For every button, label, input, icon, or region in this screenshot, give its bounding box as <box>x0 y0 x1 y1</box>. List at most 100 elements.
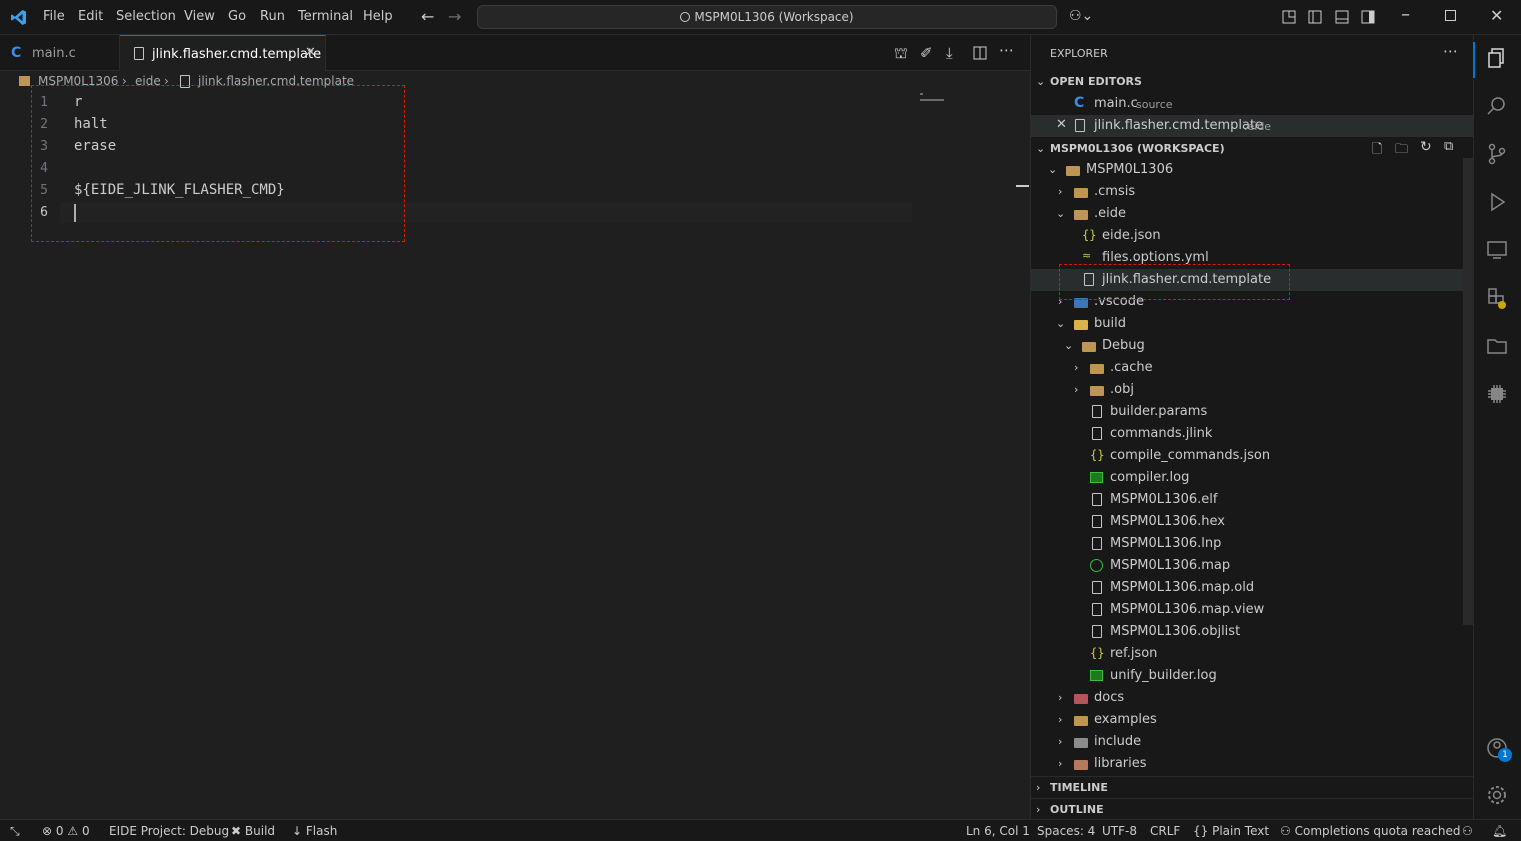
menu-file[interactable]: File <box>43 9 65 24</box>
toggle-panel-icon[interactable] <box>1335 10 1349 24</box>
tree-item-build[interactable]: ⌄ build <box>1030 313 1473 335</box>
encoding[interactable]: UTF-8 <box>1102 824 1137 838</box>
split-editor-icon[interactable] <box>973 46 987 60</box>
tree-item-include[interactable]: › include <box>1030 731 1473 753</box>
download-flash-icon[interactable]: ⤓ <box>946 44 953 62</box>
minimap-line <box>920 93 923 95</box>
toggle-secondary-sidebar-icon[interactable] <box>1361 10 1375 24</box>
copilot-status[interactable]: ⚇ Completions quota reached <box>1280 824 1460 838</box>
sidebar-scrollbar[interactable] <box>1463 158 1473 625</box>
indentation[interactable]: Spaces: 4 <box>1037 824 1095 838</box>
tree-item-elf[interactable]: MSPM0L1306.elf <box>1030 489 1473 511</box>
tab-label: jlink.flasher.cmd.template <box>152 47 322 62</box>
divider <box>1030 798 1473 799</box>
explorer-files-icon[interactable] <box>1486 47 1508 69</box>
explorer-more-icon[interactable]: ⋯ <box>1443 42 1458 60</box>
language-mode[interactable]: {} Plain Text <box>1193 824 1269 838</box>
minimap-line <box>920 99 944 101</box>
open-editor-jlink-template[interactable]: ✕ jlink.flasher.cmd.template .eide <box>1030 115 1473 137</box>
tree-item-hex[interactable]: MSPM0L1306.hex <box>1030 511 1473 533</box>
menu-help[interactable]: Help <box>363 9 393 24</box>
menu-selection[interactable]: Selection <box>116 9 176 24</box>
tree-item-objlist[interactable]: MSPM0L1306.objlist <box>1030 621 1473 643</box>
menu-go[interactable]: Go <box>228 9 246 24</box>
menu-terminal[interactable]: Terminal <box>298 9 353 24</box>
open-editor-main-c[interactable]: C main.c source <box>1030 93 1473 115</box>
tree-item-commands-jlink[interactable]: commands.jlink <box>1030 423 1473 445</box>
chevron-right-icon[interactable]: › <box>1036 781 1048 794</box>
tree-item-mspm0l1306[interactable]: ⌄ MSPM0L1306 <box>1030 159 1473 181</box>
divider <box>1030 776 1473 777</box>
open-editors-title[interactable]: OPEN EDITORS <box>1050 75 1142 88</box>
tree-item-examples[interactable]: › examples <box>1030 709 1473 731</box>
tree-item-eide[interactable]: ⌄ .eide <box>1030 203 1473 225</box>
eide-build-icon[interactable]: ⛫ <box>894 44 908 64</box>
more-actions-icon[interactable]: ⋯ <box>999 41 1014 59</box>
tree-item-map[interactable]: MSPM0L1306.map <box>1030 555 1473 577</box>
refresh-icon[interactable]: ↻ <box>1420 139 1432 155</box>
workspace-title[interactable]: MSPM0L1306 (WORKSPACE) <box>1050 142 1225 155</box>
remote-explorer-icon[interactable] <box>1486 239 1508 261</box>
toggle-primary-sidebar-icon[interactable] <box>1308 10 1322 24</box>
yaml-icon: ≈ <box>1082 249 1092 262</box>
tree-item-ref-json[interactable]: {} ref.json <box>1030 643 1473 665</box>
notifications-bell-icon[interactable]: 🔔︎ <box>1492 824 1507 838</box>
tree-item-cache[interactable]: › .cache <box>1030 357 1473 379</box>
tree-label: MSPM0L1306.elf <box>1110 492 1218 507</box>
problems-indicator[interactable]: ⊗ 0 ⚠ 0 <box>42 824 90 838</box>
end-of-line[interactable]: CRLF <box>1150 824 1180 838</box>
back-arrow-icon[interactable]: ← <box>421 7 434 26</box>
tree-label: examples <box>1094 712 1157 727</box>
log-icon <box>1090 472 1103 483</box>
command-center-search[interactable]: MSPM0L1306 (Workspace) <box>477 5 1057 29</box>
cursor-position[interactable]: Ln 6, Col 1 <box>966 824 1030 838</box>
outline-title[interactable]: OUTLINE <box>1050 803 1104 816</box>
minimize-icon[interactable]: – <box>1401 4 1410 25</box>
settings-gear-icon[interactable] <box>1486 784 1508 806</box>
tree-item-compile-commands[interactable]: {} compile_commands.json <box>1030 445 1473 467</box>
tree-item-obj[interactable]: › .obj <box>1030 379 1473 401</box>
source-control-icon[interactable] <box>1486 143 1508 165</box>
tab-main-c[interactable]: C main.c <box>0 35 120 71</box>
flash-button[interactable]: ↓ Flash <box>292 824 337 838</box>
menu-view[interactable]: View <box>184 9 215 24</box>
chevron-down-icon[interactable]: ⌄ <box>1036 142 1048 155</box>
menu-run[interactable]: Run <box>260 9 285 24</box>
folder-view-icon[interactable] <box>1486 335 1508 357</box>
tree-item-map-old[interactable]: MSPM0L1306.map.old <box>1030 577 1473 599</box>
timeline-title[interactable]: TIMELINE <box>1050 781 1108 794</box>
close-editor-icon[interactable]: ✕ <box>1056 117 1067 132</box>
copilot-icon[interactable]: ⚇⌄ <box>1069 8 1093 24</box>
extensions-icon[interactable] <box>1486 287 1508 309</box>
clean-broom-icon[interactable]: ✐ <box>920 44 933 62</box>
tree-item-compiler-log[interactable]: compiler.log <box>1030 467 1473 489</box>
tree-item-libraries[interactable]: › libraries <box>1030 753 1473 775</box>
remote-indicator-icon[interactable]: ⤡ <box>10 824 20 839</box>
tree-item-builder-params[interactable]: builder.params <box>1030 401 1473 423</box>
tree-item-unify-log[interactable]: unify_builder.log <box>1030 665 1473 687</box>
customize-layout-icon[interactable] <box>1282 10 1296 24</box>
tree-item-cmsis[interactable]: › .cmsis <box>1030 181 1473 203</box>
run-debug-icon[interactable] <box>1486 191 1508 213</box>
maximize-icon[interactable] <box>1445 10 1456 21</box>
tree-item-docs[interactable]: › docs <box>1030 687 1473 709</box>
copilot-menu-icon[interactable]: ⚇ <box>1462 824 1473 838</box>
close-tab-icon[interactable]: ✕ <box>305 45 316 60</box>
search-icon[interactable] <box>1486 95 1508 117</box>
menu-edit[interactable]: Edit <box>78 9 103 24</box>
collapse-all-icon[interactable]: ⧉ <box>1444 139 1453 154</box>
tree-item-debug[interactable]: ⌄ Debug <box>1030 335 1473 357</box>
tree-item-eide-json[interactable]: {} eide.json <box>1030 225 1473 247</box>
tab-jlink-template[interactable]: jlink.flasher.cmd.template ✕ <box>120 35 326 71</box>
build-button[interactable]: ✖ Build <box>231 824 275 838</box>
forward-arrow-icon[interactable]: → <box>448 7 461 26</box>
eide-chip-icon[interactable] <box>1486 383 1508 405</box>
tree-item-lnp[interactable]: MSPM0L1306.lnp <box>1030 533 1473 555</box>
eide-project-status[interactable]: EIDE Project: Debug <box>109 824 229 838</box>
chevron-down-icon[interactable]: ⌄ <box>1036 75 1048 88</box>
close-window-icon[interactable]: ✕ <box>1490 6 1503 25</box>
tree-label: .eide <box>1094 206 1126 221</box>
open-editor-desc: source <box>1136 98 1173 111</box>
chevron-right-icon[interactable]: › <box>1036 803 1048 816</box>
tree-item-map-view[interactable]: MSPM0L1306.map.view <box>1030 599 1473 621</box>
